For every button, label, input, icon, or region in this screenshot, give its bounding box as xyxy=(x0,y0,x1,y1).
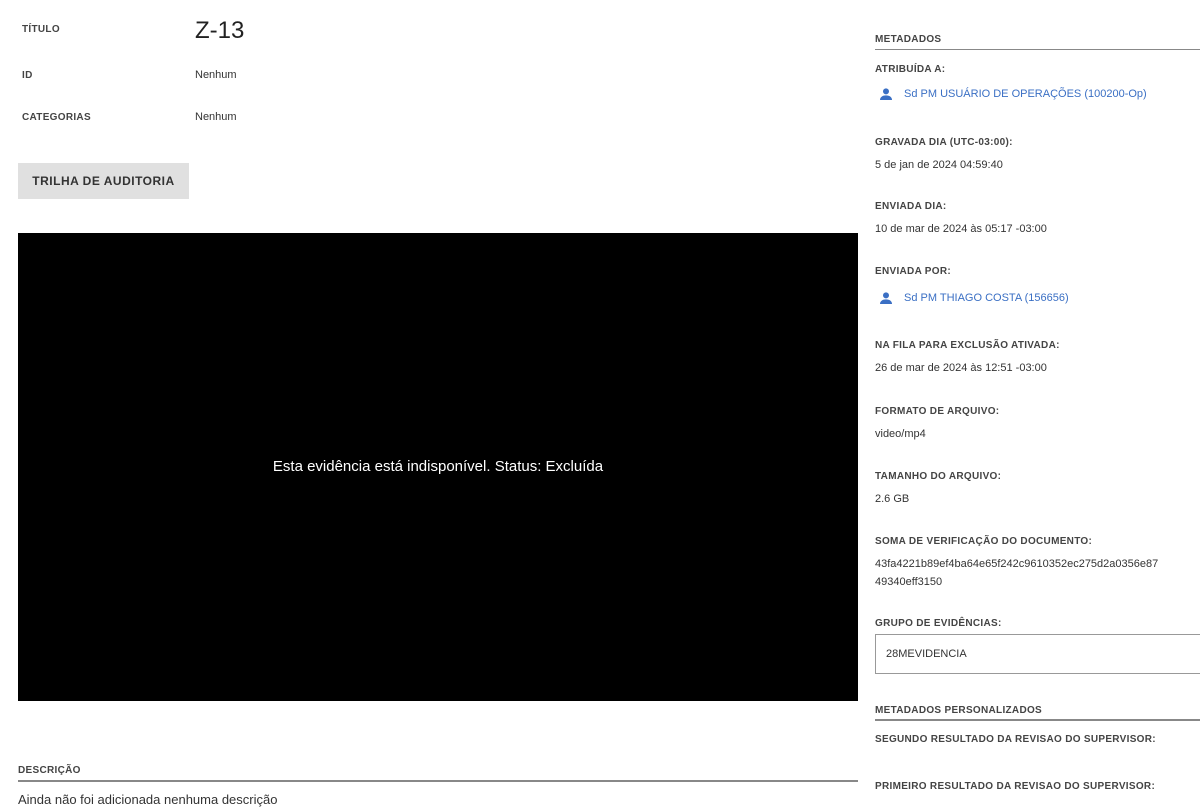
page-title: Z-13 xyxy=(195,17,245,44)
title-label: TÍTULO xyxy=(22,24,60,35)
size-value: 2.6 GB xyxy=(875,493,910,505)
evidence-group-field[interactable]: 28MEVIDENCIA xyxy=(875,634,1200,674)
metadata-header: METADADOS xyxy=(875,34,942,45)
checksum-label: SOMA DE VERIFICAÇÃO DO DOCUMENTO: xyxy=(875,536,1093,547)
recorded-label: GRAVADA DIA (UTC-03:00): xyxy=(875,137,1013,148)
sent-value: 10 de mar de 2024 às 05:17 -03:00 xyxy=(875,223,1047,235)
first-review-label: PRIMEIRO RESULTADO DA REVISAO DO SUPERVI… xyxy=(875,781,1156,792)
categories-value: Nenhum xyxy=(195,111,237,123)
checksum-line-2: 49340eff3150 xyxy=(875,576,943,588)
group-label: GRUPO DE EVIDÊNCIAS: xyxy=(875,618,1002,629)
queued-label: NA FILA PARA EXCLUSÃO ATIVADA: xyxy=(875,340,1060,351)
sent-by-user-link[interactable]: Sd PM THIAGO COSTA (156656) xyxy=(878,290,1069,306)
person-icon xyxy=(878,86,894,102)
description-divider xyxy=(18,780,858,782)
assigned-label: ATRIBUÍDA A: xyxy=(875,64,946,75)
unavailable-message: Esta evidência está indisponível. Status… xyxy=(272,458,604,475)
queued-value: 26 de mar de 2024 às 12:51 -03:00 xyxy=(875,362,1047,374)
size-label: TAMANHO DO ARQUIVO: xyxy=(875,471,1002,482)
evidence-group-value: 28MEVIDENCIA xyxy=(886,648,967,660)
assigned-user-link[interactable]: Sd PM USUÁRIO DE OPERAÇÕES (100200-Op) xyxy=(878,86,1147,102)
audit-trail-button[interactable]: TRILHA DE AUDITORIA xyxy=(18,163,189,199)
sent-by-user-name[interactable]: Sd PM THIAGO COSTA (156656) xyxy=(904,292,1069,304)
second-review-label: SEGUNDO RESULTADO DA REVISAO DO SUPERVIS… xyxy=(875,734,1156,745)
id-label: ID xyxy=(22,70,33,81)
description-label: DESCRIÇÃO xyxy=(18,765,81,776)
metadata-divider xyxy=(875,49,1200,50)
video-player[interactable]: Esta evidência está indisponível. Status… xyxy=(18,233,858,701)
custom-metadata-header: METADADOS PERSONALIZADOS xyxy=(875,705,1043,716)
id-value: Nenhum xyxy=(195,69,237,81)
format-value: video/mp4 xyxy=(875,428,926,440)
assigned-user-name[interactable]: Sd PM USUÁRIO DE OPERAÇÕES (100200-Op) xyxy=(904,88,1147,100)
format-label: FORMATO DE ARQUIVO: xyxy=(875,406,1000,417)
recorded-value: 5 de jan de 2024 04:59:40 xyxy=(875,159,1003,171)
custom-metadata-divider xyxy=(875,719,1200,721)
checksum-line-1: 43fa4221b89ef4ba64e65f242c9610352ec275d2… xyxy=(875,558,1159,570)
person-icon xyxy=(878,290,894,306)
sent-label: ENVIADA DIA: xyxy=(875,201,947,212)
sent-by-label: ENVIADA POR: xyxy=(875,266,952,277)
categories-label: CATEGORIAS xyxy=(22,112,91,123)
